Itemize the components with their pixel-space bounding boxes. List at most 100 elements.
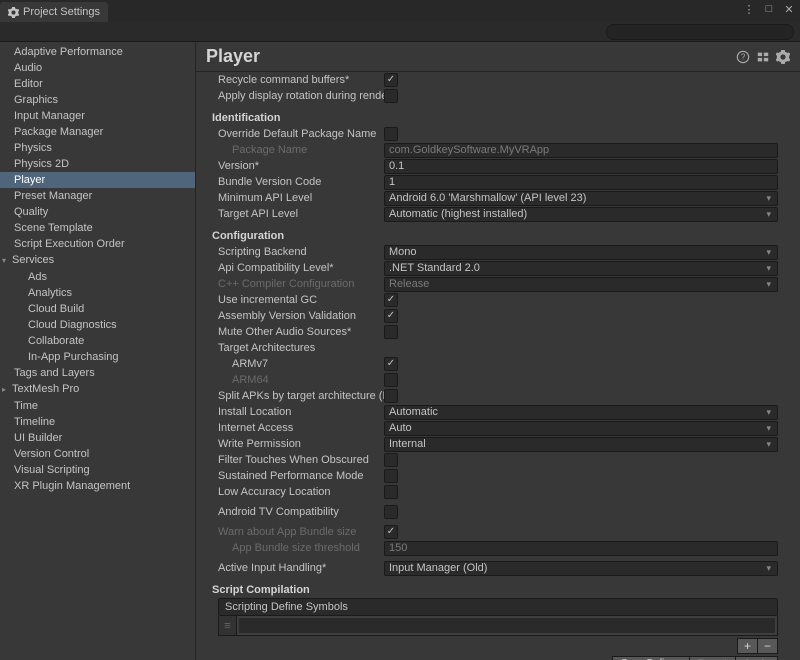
sidebar-item-quality[interactable]: Quality bbox=[0, 204, 195, 220]
settings-gear-icon[interactable] bbox=[776, 50, 790, 64]
dropdown[interactable]: Internal bbox=[384, 437, 778, 452]
svg-text:?: ? bbox=[741, 52, 746, 61]
sidebar-item-input-manager[interactable]: Input Manager bbox=[0, 108, 195, 124]
row-sustained-performance-mode: Sustained Performance Mode bbox=[218, 468, 778, 484]
sidebar-item-package-manager[interactable]: Package Manager bbox=[0, 124, 195, 140]
text-input[interactable] bbox=[384, 159, 778, 174]
checkbox[interactable] bbox=[384, 453, 398, 467]
row-apply-display-rotation-during-rendering: Apply display rotation during rendering bbox=[218, 88, 778, 104]
checkbox[interactable] bbox=[384, 357, 398, 371]
sidebar-item-audio[interactable]: Audio bbox=[0, 60, 195, 76]
sidebar-item-timeline[interactable]: Timeline bbox=[0, 414, 195, 430]
sidebar-item-version-control[interactable]: Version Control bbox=[0, 446, 195, 462]
copy-defines-button[interactable]: Copy Defines bbox=[612, 656, 690, 660]
sidebar-item-collaborate[interactable]: Collaborate bbox=[0, 333, 195, 349]
sidebar-item-ui-builder[interactable]: UI Builder bbox=[0, 430, 195, 446]
checkbox bbox=[384, 525, 398, 539]
label: Package Name bbox=[218, 144, 384, 156]
window-controls: ⋮ □ ✕ bbox=[742, 2, 796, 16]
dropdown[interactable]: Auto bbox=[384, 421, 778, 436]
label: Target Architectures bbox=[218, 342, 384, 354]
dropdown[interactable]: Input Manager (Old) bbox=[384, 561, 778, 576]
checkbox[interactable] bbox=[384, 485, 398, 499]
row-scripting-backend: Scripting BackendMono bbox=[218, 244, 778, 260]
sidebar-item-preset-manager[interactable]: Preset Manager bbox=[0, 188, 195, 204]
text-input bbox=[384, 143, 778, 158]
sidebar-item-analytics[interactable]: Analytics bbox=[0, 285, 195, 301]
revert-defines-button[interactable]: Revert bbox=[690, 656, 736, 660]
label: Low Accuracy Location bbox=[218, 486, 384, 498]
section-script-compilation: Script Compilation bbox=[212, 584, 778, 596]
sidebar-item-time[interactable]: Time bbox=[0, 398, 195, 414]
checkbox[interactable] bbox=[384, 127, 398, 141]
sidebar-item-physics[interactable]: Physics bbox=[0, 140, 195, 156]
close-icon[interactable]: ✕ bbox=[782, 2, 796, 16]
sidebar-item-scene-template[interactable]: Scene Template bbox=[0, 220, 195, 236]
add-define-button[interactable]: + bbox=[737, 638, 758, 654]
label: Install Location bbox=[218, 406, 384, 418]
row-split-apks-by-target-architecture-experimental-: Split APKs by target architecture (Exper… bbox=[218, 388, 778, 404]
gear-icon bbox=[8, 7, 19, 18]
checkbox[interactable] bbox=[384, 469, 398, 483]
sidebar: Adaptive PerformanceAudioEditorGraphicsI… bbox=[0, 42, 196, 660]
label: Write Permission bbox=[218, 438, 384, 450]
sidebar-item-graphics[interactable]: Graphics bbox=[0, 92, 195, 108]
drag-handle-icon[interactable]: ≡ bbox=[219, 616, 237, 635]
define-symbol-input[interactable] bbox=[239, 618, 775, 633]
titlebar: Project Settings ⋮ □ ✕ bbox=[0, 0, 800, 22]
row-package-name: Package Name bbox=[218, 142, 778, 158]
checkbox[interactable] bbox=[384, 293, 398, 307]
sidebar-item-ads[interactable]: Ads bbox=[0, 269, 195, 285]
dropdown[interactable]: Android 6.0 'Marshmallow' (API level 23) bbox=[384, 191, 778, 206]
label: Bundle Version Code bbox=[218, 176, 384, 188]
label: Override Default Package Name bbox=[218, 128, 384, 140]
checkbox[interactable] bbox=[384, 325, 398, 339]
row-override-default-package-name: Override Default Package Name bbox=[218, 126, 778, 142]
checkbox[interactable] bbox=[384, 309, 398, 323]
sidebar-item-textmesh-pro[interactable]: TextMesh Pro bbox=[0, 381, 195, 398]
dropdown[interactable]: .NET Standard 2.0 bbox=[384, 261, 778, 276]
text-input[interactable] bbox=[384, 175, 778, 190]
sidebar-item-cloud-build[interactable]: Cloud Build bbox=[0, 301, 195, 317]
content-header: Player ? bbox=[196, 42, 800, 72]
sidebar-item-adaptive-performance[interactable]: Adaptive Performance bbox=[0, 44, 195, 60]
sidebar-item-cloud-diagnostics[interactable]: Cloud Diagnostics bbox=[0, 317, 195, 333]
maximize-icon[interactable]: □ bbox=[762, 2, 776, 16]
section-configuration: Configuration bbox=[212, 230, 778, 242]
remove-define-button[interactable]: − bbox=[758, 638, 778, 654]
label: Apply display rotation during rendering bbox=[218, 90, 384, 102]
label: Warn about App Bundle size bbox=[218, 526, 384, 538]
dropdown[interactable]: Mono bbox=[384, 245, 778, 260]
sidebar-item-script-execution-order[interactable]: Script Execution Order bbox=[0, 236, 195, 252]
label: C++ Compiler Configuration bbox=[218, 278, 384, 290]
context-menu-icon[interactable]: ⋮ bbox=[742, 2, 756, 16]
presets-icon[interactable] bbox=[756, 50, 770, 64]
sidebar-item-physics-2d[interactable]: Physics 2D bbox=[0, 156, 195, 172]
sidebar-item-xr-plugin-management[interactable]: XR Plugin Management bbox=[0, 478, 195, 494]
row-android-tv-compatibility: Android TV Compatibility bbox=[218, 504, 778, 520]
text-input bbox=[384, 541, 778, 556]
tab-project-settings[interactable]: Project Settings bbox=[0, 2, 108, 22]
dropdown[interactable]: Automatic (highest installed) bbox=[384, 207, 778, 222]
label: Assembly Version Validation bbox=[218, 310, 384, 322]
checkbox[interactable] bbox=[384, 89, 398, 103]
help-icon[interactable]: ? bbox=[736, 50, 750, 64]
search-input[interactable] bbox=[606, 24, 794, 40]
row-app-bundle-size-threshold: App Bundle size threshold bbox=[218, 540, 778, 556]
checkbox[interactable] bbox=[384, 73, 398, 87]
label: Use incremental GC bbox=[218, 294, 384, 306]
sidebar-item-editor[interactable]: Editor bbox=[0, 76, 195, 92]
sidebar-item-in-app-purchasing[interactable]: In-App Purchasing bbox=[0, 349, 195, 365]
sidebar-item-services[interactable]: Services bbox=[0, 252, 195, 269]
label: Sustained Performance Mode bbox=[218, 470, 384, 482]
apply-defines-button[interactable]: Apply bbox=[736, 656, 778, 660]
label: App Bundle size threshold bbox=[218, 542, 384, 554]
sidebar-item-tags-and-layers[interactable]: Tags and Layers bbox=[0, 365, 195, 381]
row-filter-touches-when-obscured: Filter Touches When Obscured bbox=[218, 452, 778, 468]
sidebar-item-visual-scripting[interactable]: Visual Scripting bbox=[0, 462, 195, 478]
dropdown[interactable]: Automatic bbox=[384, 405, 778, 420]
checkbox[interactable] bbox=[384, 389, 398, 403]
checkbox[interactable] bbox=[384, 505, 398, 519]
sidebar-item-player[interactable]: Player bbox=[0, 172, 195, 188]
row-low-accuracy-location: Low Accuracy Location bbox=[218, 484, 778, 500]
